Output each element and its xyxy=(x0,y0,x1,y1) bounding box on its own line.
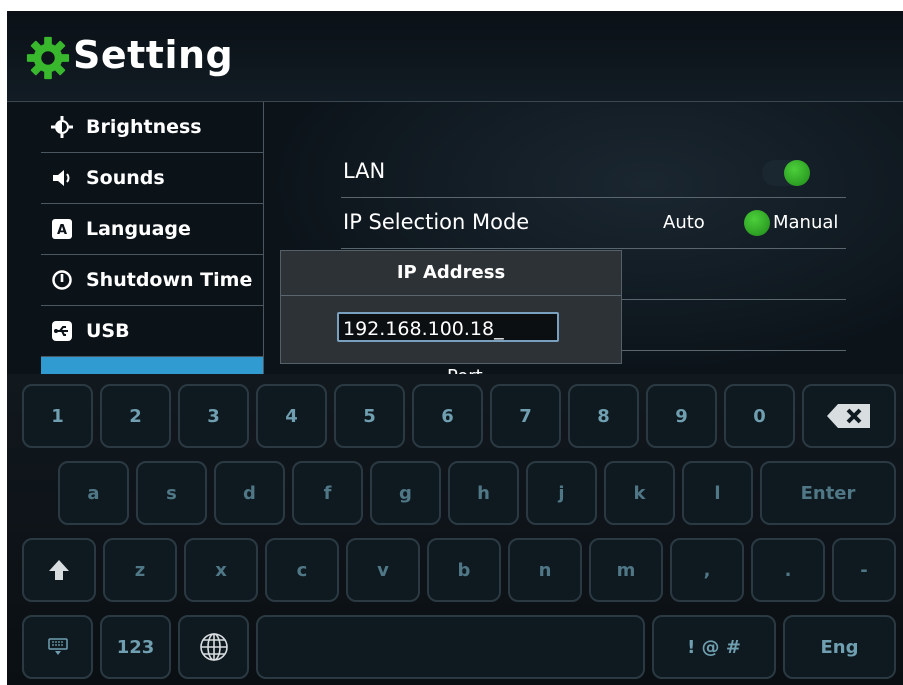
key-x[interactable]: x xyxy=(184,538,258,602)
language-icon: A xyxy=(52,219,72,239)
key-s[interactable]: s xyxy=(136,461,207,525)
eng-language-key[interactable]: Eng xyxy=(783,615,896,679)
dialog-title: IP Address xyxy=(281,251,621,296)
ip-address-dialog: IP Address 192.168.100.18_ xyxy=(280,250,622,364)
gear-icon xyxy=(26,36,70,80)
key-2[interactable]: 2 xyxy=(100,384,171,448)
enter-key[interactable]: Enter xyxy=(760,461,896,525)
page-title: Setting xyxy=(73,33,234,77)
hide-keyboard-key[interactable] xyxy=(22,615,93,679)
toggle-knob xyxy=(784,160,810,186)
ip-mode-label: IP Selection Mode xyxy=(343,210,530,234)
settings-screen: Setting Brightness Sounds A Language Shu… xyxy=(7,11,903,685)
speaker-icon xyxy=(53,170,70,186)
ip-mode-auto-option[interactable]: Auto xyxy=(663,212,705,233)
symbols-key[interactable]: ! @ # xyxy=(652,615,776,679)
ip-address-input[interactable]: 192.168.100.18_ xyxy=(337,312,559,342)
key-0[interactable]: 0 xyxy=(724,384,795,448)
key-9[interactable]: 9 xyxy=(646,384,717,448)
usb-icon xyxy=(52,321,72,341)
ip-mode-radio-selected[interactable] xyxy=(744,210,770,236)
sidebar-item-brightness[interactable]: Brightness xyxy=(41,102,263,153)
key-7[interactable]: 7 xyxy=(490,384,561,448)
brightness-icon xyxy=(51,116,73,138)
key-n[interactable]: n xyxy=(508,538,582,602)
header-bar: Setting xyxy=(7,11,903,102)
key-3[interactable]: 3 xyxy=(178,384,249,448)
ip-mode-manual-option[interactable]: Manual xyxy=(773,212,838,233)
key-8[interactable]: 8 xyxy=(568,384,639,448)
key-c[interactable]: c xyxy=(265,538,339,602)
shift-key[interactable] xyxy=(22,538,96,602)
lan-label: LAN xyxy=(343,159,386,183)
on-screen-keyboard: 1 2 3 4 5 6 7 8 9 0 a s d f g h j k l En… xyxy=(7,374,903,685)
sidebar-item-label: Brightness xyxy=(86,116,202,138)
sidebar-item-shutdown-time[interactable]: Shutdown Time xyxy=(41,255,263,306)
key-j[interactable]: j xyxy=(526,461,597,525)
sidebar-item-label: Shutdown Time xyxy=(86,269,253,291)
key-1[interactable]: 1 xyxy=(22,384,93,448)
key-d[interactable]: d xyxy=(214,461,285,525)
lan-toggle[interactable] xyxy=(762,160,810,186)
key-hyphen[interactable]: - xyxy=(832,538,896,602)
language-switch-key[interactable] xyxy=(178,615,249,679)
backspace-icon xyxy=(827,404,870,428)
shift-icon xyxy=(49,560,69,580)
key-f[interactable]: f xyxy=(292,461,363,525)
backspace-key[interactable] xyxy=(802,384,896,448)
lan-row: LAN xyxy=(341,147,846,198)
sidebar-item-label: USB xyxy=(86,320,130,342)
key-a[interactable]: a xyxy=(58,461,129,525)
ip-mode-row: IP Selection Mode Auto Manual xyxy=(341,198,846,249)
globe-icon xyxy=(199,633,228,661)
power-icon xyxy=(52,270,72,290)
key-b[interactable]: b xyxy=(427,538,501,602)
key-z[interactable]: z xyxy=(103,538,177,602)
key-5[interactable]: 5 xyxy=(334,384,405,448)
key-k[interactable]: k xyxy=(604,461,675,525)
key-comma[interactable]: , xyxy=(670,538,744,602)
sidebar-item-label: Language xyxy=(86,218,191,240)
key-l[interactable]: l xyxy=(682,461,753,525)
numbers-key[interactable]: 123 xyxy=(100,615,171,679)
sidebar: Brightness Sounds A Language Shutdown Ti… xyxy=(41,102,264,407)
svg-text:A: A xyxy=(57,223,67,238)
key-v[interactable]: v xyxy=(346,538,420,602)
key-6[interactable]: 6 xyxy=(412,384,483,448)
key-g[interactable]: g xyxy=(370,461,441,525)
sidebar-item-sounds[interactable]: Sounds xyxy=(41,153,263,204)
key-4[interactable]: 4 xyxy=(256,384,327,448)
sidebar-item-language[interactable]: A Language xyxy=(41,204,263,255)
sidebar-item-usb[interactable]: USB xyxy=(41,306,263,357)
key-h[interactable]: h xyxy=(448,461,519,525)
key-m[interactable]: m xyxy=(589,538,663,602)
sidebar-item-label: Sounds xyxy=(86,167,165,189)
keyboard-hide-icon xyxy=(47,638,68,655)
key-period[interactable]: . xyxy=(751,538,825,602)
space-key[interactable] xyxy=(256,615,645,679)
